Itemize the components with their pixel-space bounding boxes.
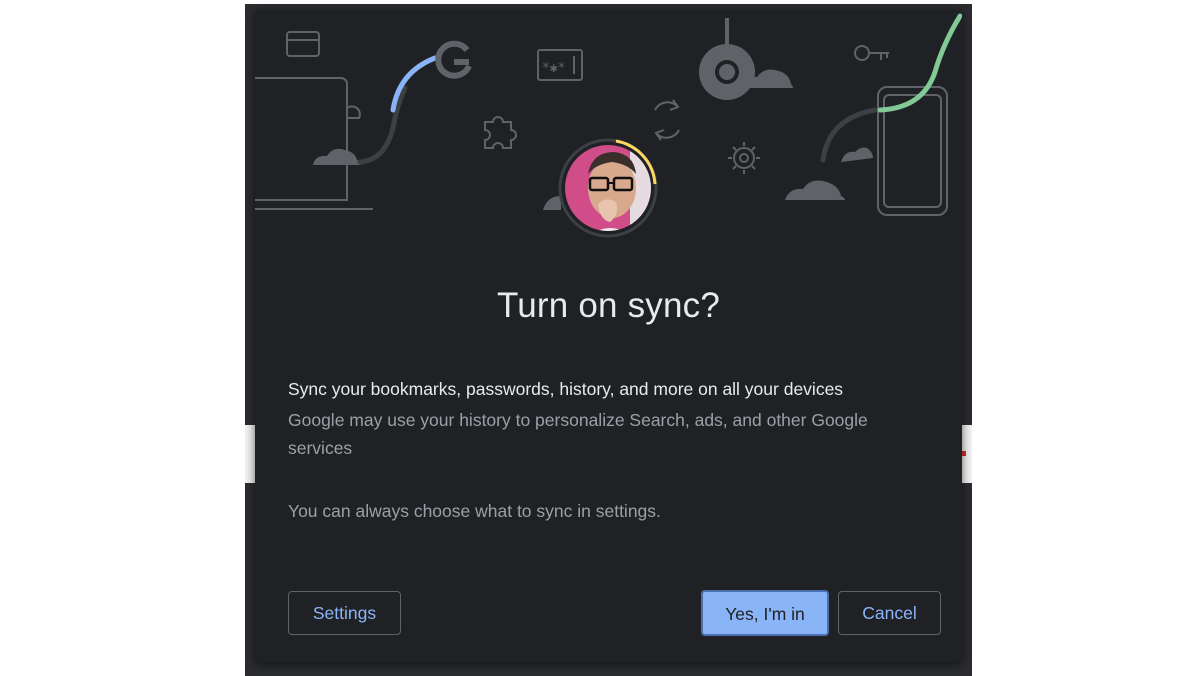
puzzle-icon [484,116,517,149]
background-page-right-edge [962,425,972,483]
sync-icon [654,99,680,141]
gear-icon [728,142,760,174]
cancel-button[interactable]: Cancel [838,591,941,635]
dialog-title: Turn on sync? [496,286,721,325]
cloud-icon [785,180,845,200]
phone-icon [877,86,948,216]
sync-heading: Sync your bookmarks, passwords, history,… [288,379,844,399]
cloud-icon [841,147,873,162]
settings-button[interactable]: Settings [288,591,401,635]
password-field-icon: *✱* [537,49,583,81]
confirm-sync-button[interactable]: Yes, I'm in [701,590,829,636]
cloud-icon [313,148,361,165]
connector-line [357,85,408,165]
laptop-icon [255,77,373,210]
sync-description: Google may use your history to personali… [288,410,868,458]
card-icon [286,31,320,57]
google-g-icon [435,40,472,79]
settings-note: You can always choose what to sync in se… [288,501,661,521]
sync-dialog: *✱* Turn on sync? Sync your bookmarks, p… [255,10,962,662]
svg-text:*✱*: *✱* [542,61,565,76]
key-icon [854,45,889,61]
avatar [558,138,658,238]
screen: *✱* Turn on sync? Sync your bookmarks, p… [0,0,1200,676]
